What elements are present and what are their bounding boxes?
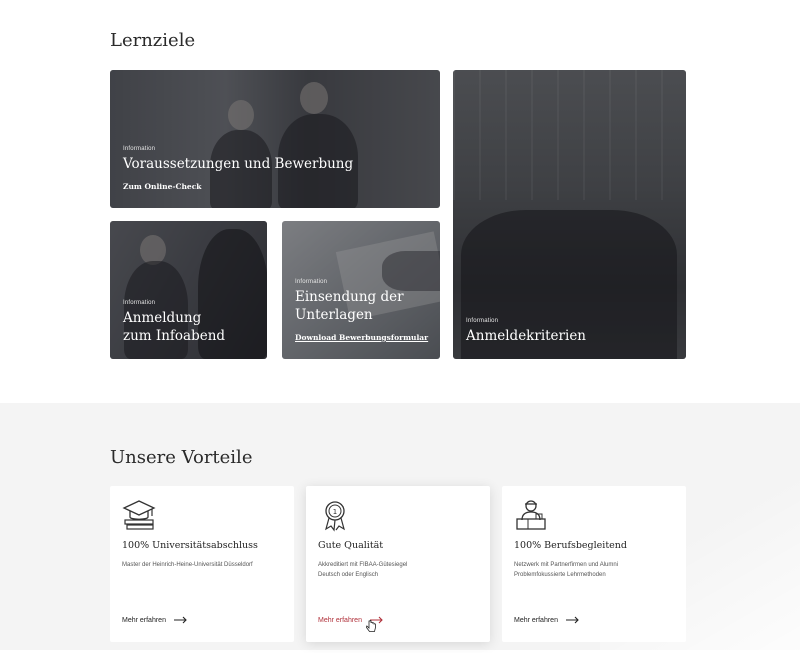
tile-anmeldung-infoabend[interactable]: Information Anmeldung zum Infoabend	[110, 221, 267, 359]
card-title: Gute Qualität	[318, 540, 384, 551]
tile-title: Anmeldekriterien	[466, 328, 587, 344]
tile-title-line2: Unterlagen	[295, 307, 373, 323]
tile-einsendung-unterlagen[interactable]: Information Einsendung der Unterlagen Do…	[282, 221, 440, 359]
mehr-erfahren-label: Mehr erfahren	[318, 616, 362, 624]
card-berufsbegleitend[interactable]: 100% Berufsbegleitend Netzwerk mit Partn…	[502, 486, 686, 642]
arrow-right-icon	[565, 616, 579, 624]
mehr-erfahren-label: Mehr erfahren	[514, 616, 558, 624]
mehr-erfahren-label: Mehr erfahren	[122, 616, 166, 624]
card-title: 100% Universitätsabschluss	[122, 540, 258, 551]
section-title-vorteile: Unsere Vorteile	[110, 447, 253, 468]
card-desc-line2: Problemfokussierte Lehrmethoden	[514, 572, 606, 578]
tile-kicker: Information	[295, 279, 328, 285]
card-description: Netzwerk mit Partnerfirmen und Alumni Pr…	[514, 560, 618, 580]
card-desc-line1: Master der Heinrich-Heine-Universität Dü…	[122, 562, 253, 568]
card-description: Akkreditiert mit FIBAA-Gütesiegel Deutsc…	[318, 560, 407, 580]
tile-voraussetzungen[interactable]: Information Voraussetzungen und Bewerbun…	[110, 70, 440, 208]
tile-kicker: Information	[466, 318, 499, 324]
mehr-erfahren-link[interactable]: Mehr erfahren	[122, 616, 188, 624]
award-medal-icon: 1	[325, 501, 345, 532]
online-check-link[interactable]: Zum Online-Check	[123, 182, 201, 191]
hand-cursor-icon	[366, 620, 376, 632]
tile-title-line1: Einsendung der	[295, 289, 404, 305]
svg-text:1: 1	[333, 508, 337, 516]
mehr-erfahren-link[interactable]: Mehr erfahren	[514, 616, 580, 624]
card-description: Master der Heinrich-Heine-Universität Dü…	[122, 560, 253, 570]
section-title-lernziele: Lernziele	[110, 30, 196, 51]
tile-kicker: Information	[123, 300, 156, 306]
professional-desk-icon	[516, 500, 546, 530]
graduation-cap-icon	[122, 500, 156, 530]
tile-anmeldekriterien[interactable]: Information Anmeldekriterien	[453, 70, 686, 359]
card-desc-line1: Netzwerk mit Partnerfirmen und Alumni	[514, 562, 619, 568]
tile-title-line1: Anmeldung	[123, 310, 202, 326]
card-gute-qualitaet[interactable]: 1 Gute Qualität Akkreditiert mit FIBAA-G…	[306, 486, 490, 642]
tile-overlay	[453, 70, 686, 359]
arrow-right-icon	[173, 616, 187, 624]
tile-title-line2: zum Infoabend	[123, 328, 226, 344]
card-universitaetsabschluss[interactable]: 100% Universitätsabschluss Master der He…	[110, 486, 294, 642]
tile-title: Voraussetzungen und Bewerbung	[123, 156, 354, 172]
card-desc-line2: Deutsch oder Englisch	[318, 572, 379, 578]
card-title: 100% Berufsbegleitend	[514, 540, 627, 551]
card-desc-line1: Akkreditiert mit FIBAA-Gütesiegel	[318, 562, 408, 568]
download-form-link[interactable]: Download Bewerbungsformular	[295, 333, 428, 342]
tile-kicker: Information	[123, 146, 156, 152]
